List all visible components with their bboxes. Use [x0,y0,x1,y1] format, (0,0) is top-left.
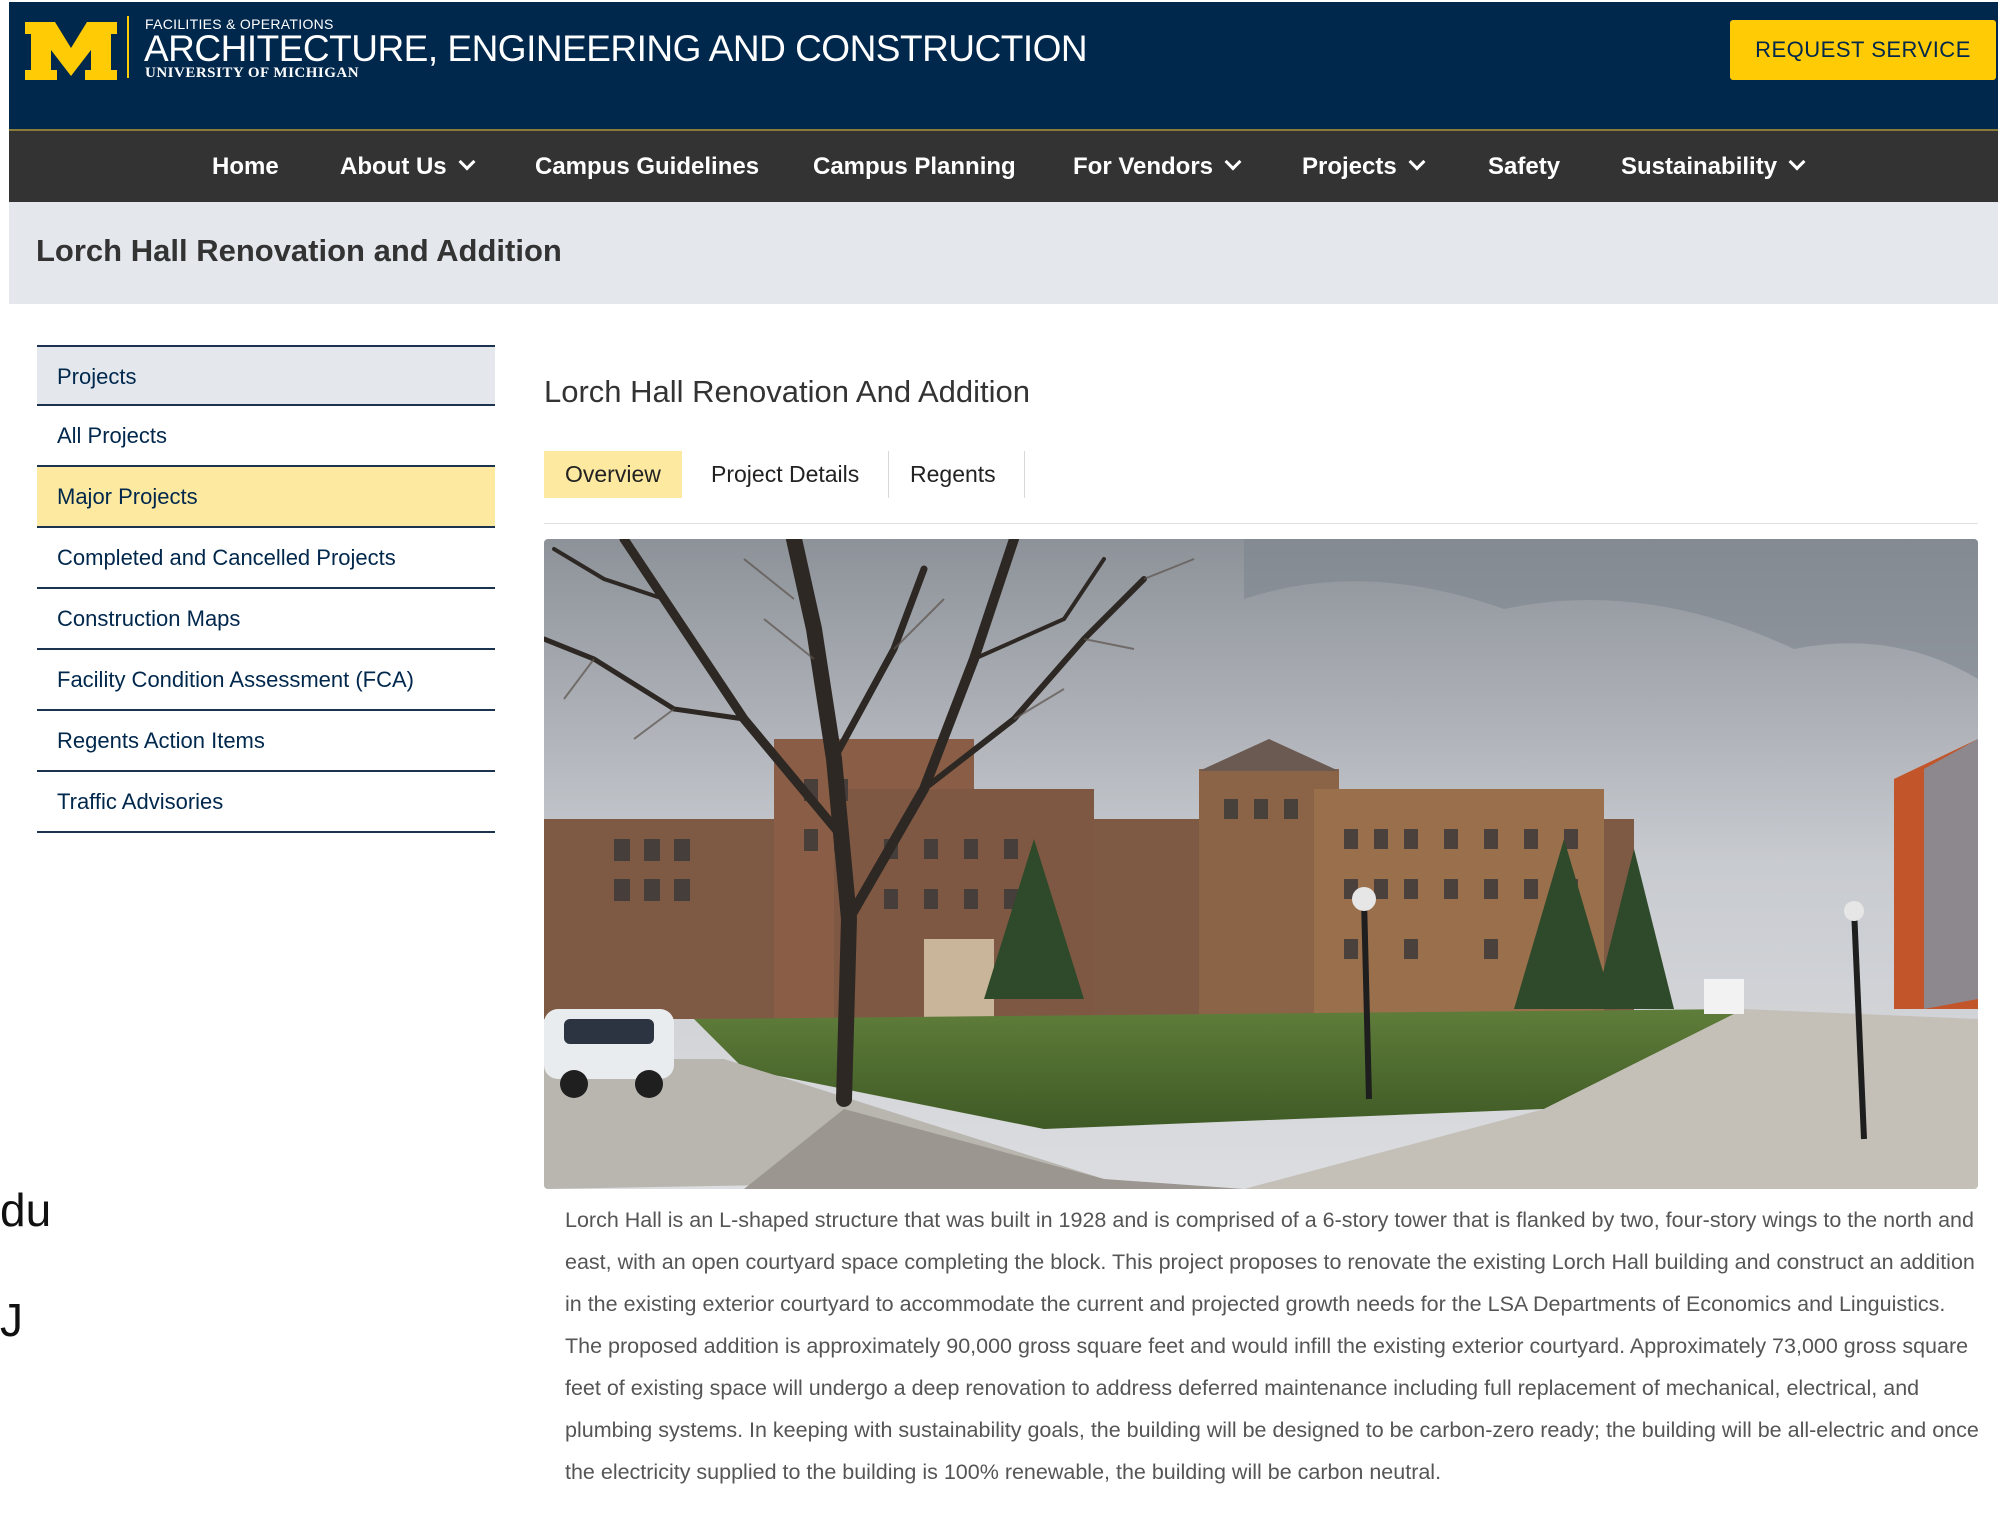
site-header: FACILITIES & OPERATIONS ARCHITECTURE, EN… [9,2,1998,131]
edge-text-fragment: J [0,1294,23,1346]
page-title-band: Lorch Hall Renovation and Addition [9,202,1998,304]
sidebar-item-completed-cancelled[interactable]: Completed and Cancelled Projects [37,528,495,589]
sidebar-item-construction-maps[interactable]: Construction Maps [37,589,495,650]
chevron-down-icon [1408,153,1426,171]
nav-item-label: Safety [1488,153,1561,180]
logo-divider [127,16,129,78]
nav-item-for-vendors[interactable]: For Vendors [1073,131,1242,202]
nav-item-campus-planning[interactable]: Campus Planning [813,131,1016,202]
tabs-divider [544,523,1978,524]
nav-item-campus-guidelines[interactable]: Campus Guidelines [535,131,759,202]
nav-item-label: Campus Guidelines [535,153,760,180]
nav-item-about-us[interactable]: About Us [340,131,476,202]
chevron-down-icon [1224,153,1242,171]
tab-overview[interactable]: Overview [544,451,682,498]
nav-item-label: Projects [1302,153,1397,180]
tab-divider [1024,451,1025,498]
request-service-button[interactable]: REQUEST SERVICE [1730,20,1996,80]
nav-item-label: For Vendors [1073,153,1214,180]
nav-item-label: Campus Planning [813,153,1016,180]
sidebar-item-fca[interactable]: Facility Condition Assessment (FCA) [37,650,495,711]
sidebar-item-regents-action-items[interactable]: Regents Action Items [37,711,495,772]
project-heading: Lorch Hall Renovation And Addition [544,374,1030,409]
tab-regents[interactable]: Regents [889,451,1017,498]
chevron-down-icon [1788,153,1806,171]
nav-item-safety[interactable]: Safety [1488,131,1560,202]
tab-project-details[interactable]: Project Details [690,451,880,498]
project-photo [544,539,1978,1189]
nav-item-label: Home [212,153,279,180]
nav-item-home[interactable]: Home [212,131,279,202]
page-title: Lorch Hall Renovation and Addition [36,233,562,268]
sidebar-item-major-projects[interactable]: Major Projects [37,467,495,528]
sidebar-item-projects[interactable]: Projects [37,345,495,406]
nav-item-label: Sustainability [1621,153,1778,180]
university-label: UNIVERSITY OF MICHIGAN [145,65,360,81]
edge-text-fragment: du [0,1184,52,1236]
nav-item-label: About Us [340,153,447,180]
sidebar-item-all-projects[interactable]: All Projects [37,406,495,467]
block-m-logo[interactable] [21,16,121,86]
sidebar-nav: Projects All Projects Major Projects Com… [37,345,495,833]
nav-item-projects[interactable]: Projects [1302,131,1426,202]
project-description: Lorch Hall is an L-shaped structure that… [565,1208,1979,1484]
sidebar-item-traffic-advisories[interactable]: Traffic Advisories [37,772,495,833]
chevron-down-icon [458,153,476,171]
unit-title[interactable]: ARCHITECTURE, ENGINEERING AND CONSTRUCTI… [144,28,1088,70]
main-nav: Home About Us Campus Guidelines Campus P… [9,131,1998,202]
nav-item-sustainability[interactable]: Sustainability [1621,131,1806,202]
